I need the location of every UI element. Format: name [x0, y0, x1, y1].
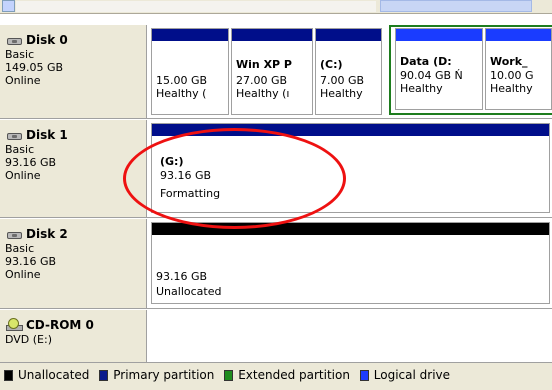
disk-name: Disk 1	[26, 127, 68, 142]
disk-type: Basic	[5, 143, 35, 156]
partition-name: (G:)	[160, 155, 184, 168]
legend-item-unallocated: Unallocated	[4, 368, 89, 382]
partition-size: 7.00 GB	[320, 74, 365, 87]
partition-status: Healthy	[490, 82, 533, 95]
legend-swatch	[99, 369, 109, 381]
legend-item-primary: Primary partition	[99, 368, 214, 382]
partition-status: Healthy (ı	[236, 87, 290, 100]
legend-label: Logical drive	[373, 368, 451, 382]
legend-item-logical: Logical drive	[359, 368, 451, 382]
disk-row-2[interactable]: Disk 2 Basic 93.16 GB Online 93.16 GB Un…	[0, 219, 552, 309]
disk-size: 93.16 GB	[5, 255, 57, 268]
legend-label: Primary partition	[113, 368, 215, 382]
disk-status: Online	[5, 268, 41, 281]
partition-name: (C:)	[320, 58, 343, 71]
partition-name: Win XP P	[236, 58, 292, 71]
partition-block[interactable]: 15.00 GB Healthy (	[151, 28, 229, 115]
cd-rom-icon	[5, 318, 24, 332]
partition-status: Healthy	[400, 82, 443, 95]
hard-disk-icon	[5, 130, 24, 141]
cdrom-row[interactable]: CD-ROM 0 DVD (E:)	[0, 310, 552, 362]
disk-status: Online	[5, 74, 41, 87]
partition-size: 15.00 GB	[156, 74, 208, 87]
disk-label[interactable]: Disk 2 Basic 93.16 GB Online	[0, 219, 147, 308]
partition-block[interactable]: (G:) 93.16 GB Formatting	[151, 123, 550, 213]
disk-name: Disk 2	[26, 226, 68, 241]
legend: Unallocated Primary partition Extended p…	[0, 362, 552, 390]
hard-disk-icon	[5, 35, 24, 46]
disk-row-0[interactable]: Disk 0 Basic 149.05 GB Online 15.00 GB H…	[0, 25, 552, 119]
disk-type: Basic	[5, 242, 35, 255]
cdrom-type: DVD (E:)	[5, 333, 53, 346]
horizontal-scrollbar[interactable]	[0, 0, 552, 14]
disk-label[interactable]: Disk 0 Basic 149.05 GB Online	[0, 25, 147, 118]
logical-drive-block[interactable]: Data (D: 90.04 GB Ń Healthy	[395, 28, 483, 110]
disk-name: Disk 0	[26, 32, 68, 47]
disk-size: 93.16 GB	[5, 156, 57, 169]
partition-status: Healthy (	[156, 87, 207, 100]
partition-status: Formatting	[160, 187, 221, 200]
disk-label[interactable]: Disk 1 Basic 93.16 GB Online	[0, 120, 147, 217]
partition-status: Healthy	[320, 87, 363, 100]
partition-size: 90.04 GB Ń	[400, 69, 463, 82]
legend-swatch	[224, 369, 234, 381]
cdrom-label[interactable]: CD-ROM 0 DVD (E:)	[0, 310, 147, 362]
legend-swatch	[359, 369, 369, 381]
scrollbar-thumb[interactable]	[380, 0, 532, 12]
unallocated-block[interactable]: 93.16 GB Unallocated	[151, 222, 550, 304]
partition-block[interactable]: (C:) 7.00 GB Healthy	[315, 28, 382, 115]
disk-size: 149.05 GB	[5, 61, 64, 74]
partition-name: Work_	[490, 55, 528, 68]
disk-status: Online	[5, 169, 41, 182]
legend-item-extended: Extended partition	[224, 368, 350, 382]
scrollbar-track[interactable]	[16, 1, 376, 12]
partition-size: 93.16 GB	[156, 270, 208, 283]
partition-size: 93.16 GB	[160, 169, 212, 182]
disk-type: Basic	[5, 48, 35, 61]
hard-disk-icon	[5, 229, 24, 240]
legend-label: Extended partition	[238, 368, 350, 382]
legend-swatch	[4, 369, 13, 381]
partition-status: Unallocated	[156, 285, 222, 298]
partition-size: 27.00 GB	[236, 74, 288, 87]
partition-block[interactable]: Win XP P 27.00 GB Healthy (ı	[231, 28, 313, 115]
logical-drive-block[interactable]: Work_ 10.00 G Healthy	[485, 28, 552, 110]
legend-label: Unallocated	[18, 368, 90, 382]
partition-name: Data (D:	[400, 55, 452, 68]
scroll-left-button[interactable]	[2, 0, 15, 12]
cdrom-name: CD-ROM 0	[26, 317, 94, 332]
disk-row-1[interactable]: Disk 1 Basic 93.16 GB Online (G:) 93.16 …	[0, 120, 552, 218]
partition-size: 10.00 G	[490, 69, 534, 82]
